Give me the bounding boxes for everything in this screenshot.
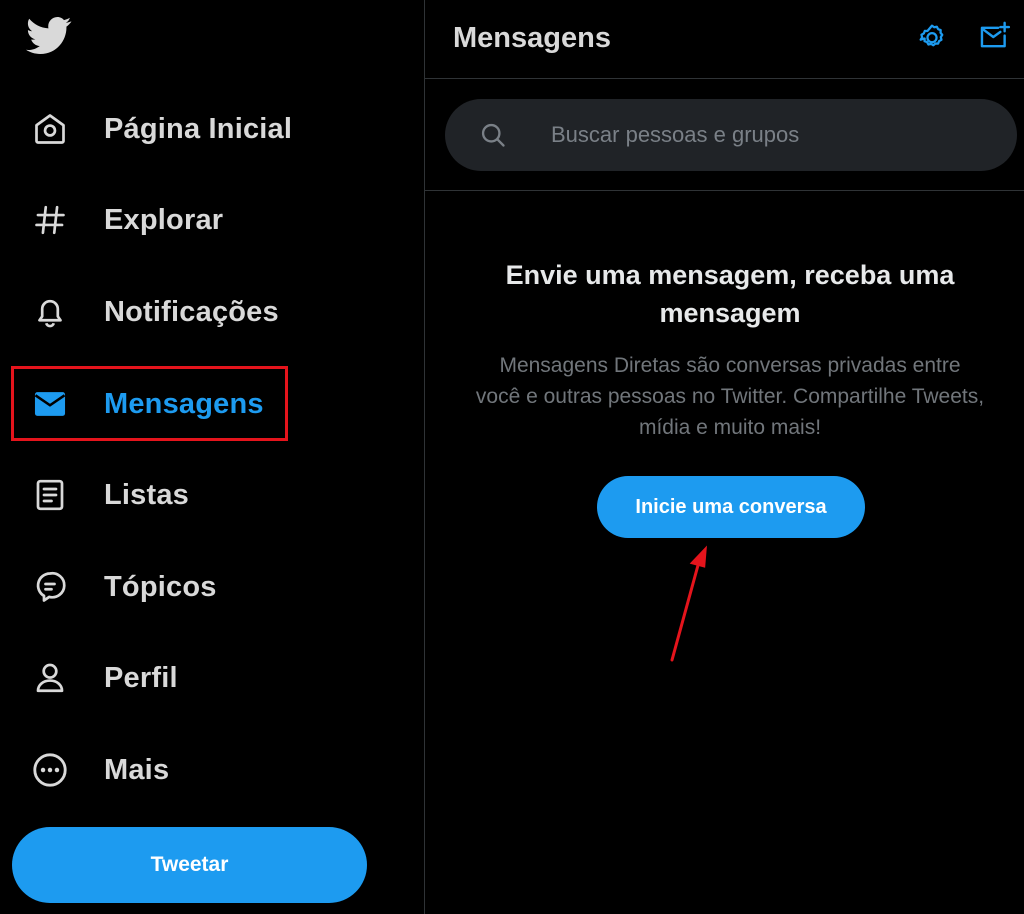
app-window: Página Inicial Explorar Notificações Men… — [0, 0, 1024, 914]
gear-icon[interactable] — [915, 20, 949, 54]
sidebar-item-messages[interactable]: Mensagens — [12, 366, 322, 442]
empty-state-description: Mensagens Diretas são conversas privadas… — [475, 354, 985, 439]
start-conversation-button[interactable]: Inicie uma conversa — [597, 476, 865, 538]
more-circle-icon — [26, 746, 74, 794]
sidebar-item-explore[interactable]: Explorar — [12, 182, 322, 258]
sidebar-item-label: Página Inicial — [104, 112, 293, 145]
person-icon — [26, 654, 74, 702]
twitter-bird-icon[interactable] — [26, 16, 72, 56]
sidebar-item-label: Explorar — [104, 203, 224, 236]
sidebar-item-label: Notificações — [104, 295, 279, 328]
messages-panel: Mensagens Buscar pessoas e grupos Envie … — [425, 0, 1024, 914]
sidebar-item-label: Tópicos — [104, 570, 217, 603]
topics-bubble-icon — [26, 563, 74, 611]
empty-state-title: Envie uma mensagem, receba uma mensagem — [505, 260, 955, 328]
search-input[interactable] — [549, 121, 993, 149]
home-icon — [26, 105, 74, 153]
sidebar-item-label: Perfil — [104, 661, 178, 694]
list-document-icon — [26, 471, 74, 519]
sidebar-item-topics[interactable]: Tópicos — [12, 549, 322, 625]
sidebar-item-profile[interactable]: Perfil — [12, 640, 322, 716]
new-message-icon[interactable] — [977, 20, 1011, 54]
sidebar: Página Inicial Explorar Notificações Men… — [0, 0, 425, 914]
sidebar-item-more[interactable]: Mais — [12, 732, 322, 808]
sidebar-item-label: Mais — [104, 753, 170, 786]
page-title: Mensagens — [453, 22, 611, 54]
sidebar-item-notifications[interactable]: Notificações — [12, 274, 322, 350]
sidebar-item-home[interactable]: Página Inicial — [12, 91, 322, 167]
envelope-icon — [26, 380, 74, 428]
tweet-button[interactable]: Tweetar — [12, 827, 367, 903]
hashtag-icon — [26, 196, 74, 244]
search-section — [425, 79, 1024, 191]
sidebar-item-label: Mensagens — [104, 387, 264, 420]
sidebar-item-label: Listas — [104, 478, 190, 511]
search-icon — [479, 121, 507, 149]
sidebar-item-lists[interactable]: Listas — [12, 457, 322, 533]
search-box[interactable] — [445, 99, 1017, 171]
messages-header: Mensagens — [425, 0, 1024, 79]
bell-icon — [26, 288, 74, 336]
